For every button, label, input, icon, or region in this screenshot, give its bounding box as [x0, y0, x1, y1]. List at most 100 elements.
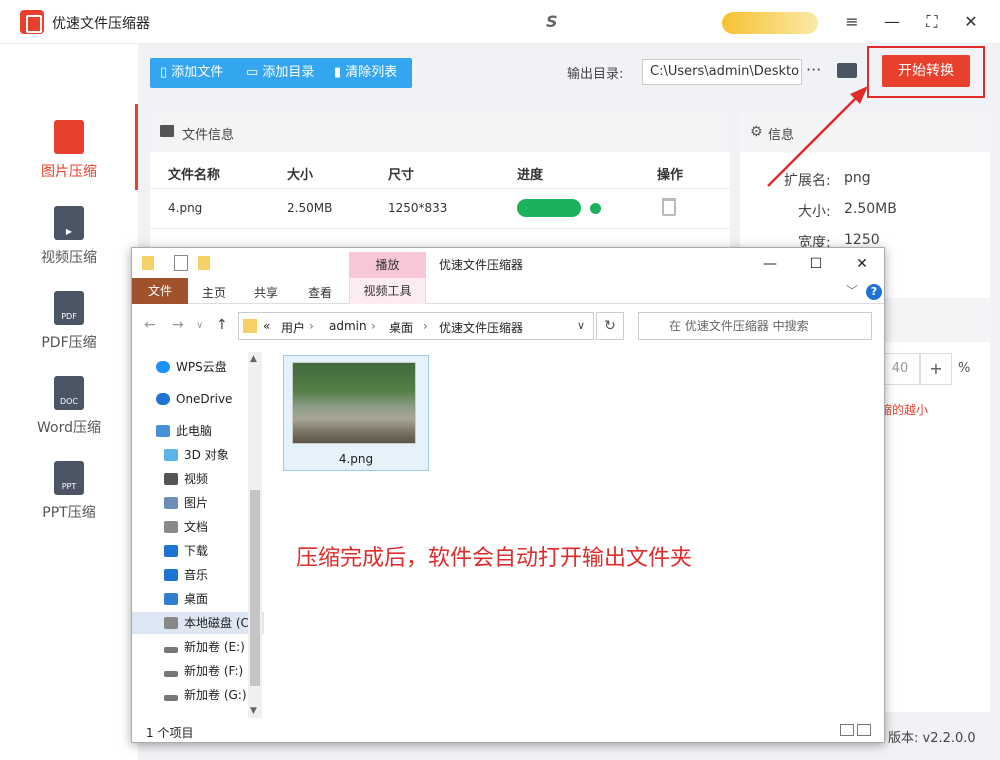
nav-item-3d[interactable]: 3D 对象 — [164, 444, 229, 466]
picture-icon — [164, 497, 178, 509]
document-icon — [164, 521, 178, 533]
details-view-icon[interactable] — [840, 724, 854, 736]
percent-label: % — [958, 361, 971, 376]
tab-video-tools[interactable]: 视频工具 — [349, 278, 426, 304]
file-name-cell: 4.png — [168, 201, 203, 215]
forward-icon[interactable]: → — [172, 317, 184, 333]
image-icon — [160, 125, 174, 137]
back-icon[interactable]: ← — [144, 317, 156, 333]
scrollbar-thumb[interactable] — [250, 490, 260, 686]
explorer-window: 播放 优速文件压缩器 — ☐ ✕ 文件 主页 共享 查看 视频工具 ﹀ ? ← … — [131, 247, 885, 743]
nav-item-drive-c[interactable]: 本地磁盘 (C — [132, 612, 264, 634]
check-icon — [590, 203, 601, 214]
drive-icon — [164, 647, 178, 653]
nav-item-desktop[interactable]: 桌面 — [164, 588, 208, 610]
quality-input[interactable]: 40 — [880, 353, 920, 385]
drive-icon — [164, 695, 178, 701]
chevron-down-icon[interactable]: ﹀ — [846, 282, 858, 299]
size-value: 2.50MB — [844, 201, 897, 217]
explorer-minimize-button[interactable]: — — [756, 254, 784, 274]
sidebar: 图片压缩 ▶ 视频压缩 PDF PDF压缩 DOC Word压缩 PPT PPT… — [0, 44, 138, 760]
more-icon[interactable]: ··· — [806, 60, 821, 79]
scroll-down-icon[interactable]: ▼ — [250, 706, 257, 716]
folder-icon[interactable] — [837, 63, 857, 78]
nav-item-downloads[interactable]: 下载 — [164, 540, 208, 562]
image-thumbnail — [292, 362, 416, 444]
help-icon[interactable]: ? — [866, 284, 882, 300]
scroll-up-icon[interactable]: ▲ — [250, 354, 257, 364]
chevron-down-icon[interactable]: ∨ — [577, 319, 585, 332]
annotation-arrow — [767, 86, 868, 187]
quality-hint: 缩的越小 — [880, 403, 929, 417]
nav-item-drive-f[interactable]: 新加卷 (F:) — [164, 660, 243, 682]
brand-icon: S — [546, 12, 558, 31]
sidebar-item-image[interactable]: 图片压缩 — [0, 104, 138, 190]
start-convert-button[interactable]: 开始转换 — [882, 55, 970, 87]
menu-icon[interactable]: ≡ — [839, 10, 865, 34]
search-input[interactable]: 在 优速文件压缩器 中搜索 — [638, 312, 872, 340]
new-folder-icon[interactable] — [198, 256, 210, 270]
video-file-icon: ▶ — [54, 206, 84, 240]
sidebar-item-label: PPT压缩 — [42, 505, 96, 521]
nav-item-drive-e[interactable]: 新加卷 (E:) — [164, 636, 245, 658]
nav-item-documents[interactable]: 文档 — [164, 516, 208, 538]
title-bar: 优速文件压缩器 S ≡ — ⛶ ✕ — [0, 0, 1000, 44]
minimize-button[interactable]: — — [879, 10, 905, 34]
tab-view[interactable]: 查看 — [308, 284, 332, 301]
explorer-close-button[interactable]: ✕ — [848, 254, 876, 274]
sidebar-item-label: PDF压缩 — [41, 335, 97, 351]
nav-item-this-pc[interactable]: 此电脑 — [156, 420, 212, 442]
tab-share[interactable]: 共享 — [254, 284, 278, 301]
cloud-icon — [156, 393, 170, 405]
chevron-down-icon[interactable]: ∨ — [196, 320, 203, 331]
output-dir-label: 输出目录: — [567, 67, 624, 82]
add-file-button[interactable]: ▯ 添加文件 — [160, 58, 223, 88]
properties-icon[interactable] — [174, 255, 188, 271]
tab-home[interactable]: 主页 — [202, 284, 226, 301]
tab-file[interactable]: 文件 — [132, 278, 188, 304]
increase-button[interactable]: + — [920, 353, 952, 385]
row-divider — [150, 228, 730, 229]
breadcrumb-overflow[interactable]: « — [263, 319, 270, 333]
breadcrumb-item[interactable]: 桌面 — [389, 319, 413, 336]
up-icon[interactable]: ↑ — [216, 317, 228, 333]
add-directory-button[interactable]: ▭ 添加目录 — [246, 58, 314, 88]
clear-list-button[interactable]: ▮ 清除列表 — [334, 58, 397, 88]
column-header: 文件名称 — [168, 168, 221, 183]
column-header: 进度 — [517, 168, 544, 183]
nav-item-drive-g[interactable]: 新加卷 (G:) — [164, 684, 247, 706]
sidebar-item-word[interactable]: DOC Word压缩 — [0, 360, 138, 446]
close-button[interactable]: ✕ — [958, 10, 984, 34]
large-icons-view-icon[interactable] — [857, 724, 871, 736]
nav-item-videos[interactable]: 视频 — [164, 468, 208, 490]
explorer-maximize-button[interactable]: ☐ — [802, 254, 830, 274]
breadcrumb-item[interactable]: 优速文件压缩器 — [439, 319, 523, 336]
drive-icon — [164, 671, 178, 677]
image-file-icon — [54, 120, 84, 154]
nav-item-pictures[interactable]: 图片 — [164, 492, 208, 514]
progress-bar — [517, 199, 581, 217]
user-badge[interactable] — [722, 12, 818, 34]
file-item[interactable]: 4.png — [283, 355, 429, 471]
nav-item-music[interactable]: 音乐 — [164, 564, 208, 586]
maximize-button[interactable]: ⛶ — [919, 10, 945, 34]
nav-item-wps[interactable]: WPS云盘 — [156, 356, 227, 378]
breadcrumb-item[interactable]: 用户 — [281, 319, 305, 336]
refresh-icon[interactable]: ↻ — [596, 312, 624, 340]
breadcrumb-item[interactable]: admin — [329, 319, 367, 333]
sidebar-item-video[interactable]: ▶ 视频压缩 — [0, 190, 138, 276]
sidebar-item-pdf[interactable]: PDF PDF压缩 — [0, 275, 138, 361]
folder-icon — [243, 319, 257, 333]
music-icon — [164, 569, 178, 581]
desktop-icon — [164, 593, 178, 605]
nav-item-onedrive[interactable]: OneDrive — [156, 388, 232, 410]
sidebar-item-ppt[interactable]: PPT PPT压缩 — [0, 445, 138, 531]
address-bar[interactable]: « 用户 › admin › 桌面 › 优速文件压缩器 ∨ — [238, 312, 594, 340]
file-list-header: 文件信息 — [150, 112, 730, 152]
version-label: 版本: v2.2.0.0 — [888, 731, 976, 746]
sidebar-item-label: 视频压缩 — [41, 250, 97, 266]
download-icon — [164, 545, 178, 557]
file-item-name: 4.png — [338, 452, 374, 466]
view-toggle[interactable] — [840, 724, 874, 736]
trash-icon[interactable] — [662, 198, 676, 216]
